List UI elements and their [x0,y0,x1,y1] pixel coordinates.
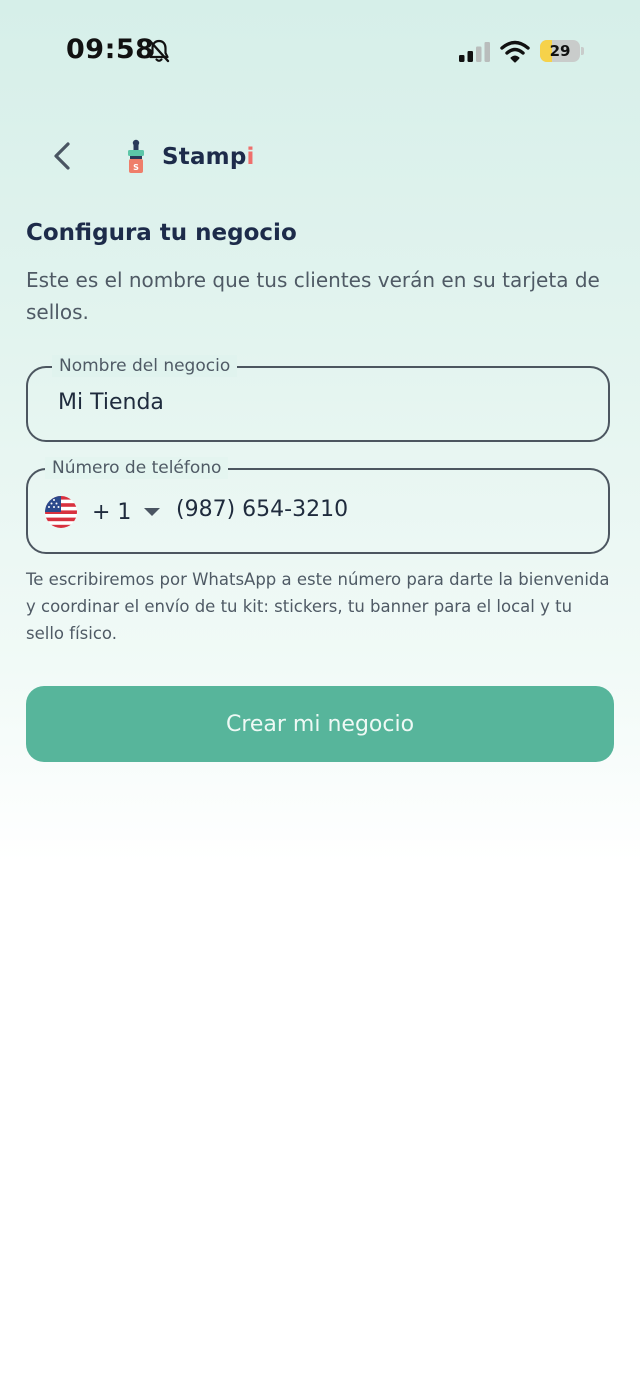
svg-text:S: S [133,163,139,172]
dial-code: + 1 [92,499,132,525]
create-business-button[interactable]: Crear mi negocio [26,686,614,762]
page-subtitle: Este es el nombre que tus clientes verán… [26,268,600,324]
phone-label: Número de teléfono [45,457,229,479]
business-name-field[interactable]: Nombre del negocio Mi Tienda [26,355,610,442]
chevron-left-icon [54,142,70,170]
status-bar: 09:58 29 [0,0,640,100]
page-title: Configura tu negocio [26,220,297,246]
wifi-icon [500,40,530,63]
brand-name-accent: i [246,144,255,170]
cellular-signal-icon [459,42,490,62]
stamp-logo-icon: S [128,139,144,173]
brand-name: Stamp [162,144,247,170]
business-name-input[interactable]: Mi Tienda [58,390,164,415]
caret-down-icon [144,508,161,516]
business-name-label: Nombre del negocio [52,355,238,377]
status-time: 09:58 [66,34,155,65]
phone-helper-text: Te escribiremos por WhatsApp a este núme… [26,570,610,643]
battery-level: 29 [549,42,571,60]
phone-field[interactable]: Número de teléfono + 1 (987) 654-3210 [26,457,610,554]
battery-charging-icon: 29 [540,40,584,64]
phone-input[interactable]: (987) 654-3210 [176,497,348,522]
back-button[interactable] [40,134,84,178]
bell-slash-icon [148,39,170,63]
country-code-picker[interactable]: + 1 [44,494,161,530]
brand-logo: S Stamp i [122,138,254,176]
us-flag-icon [45,496,77,528]
